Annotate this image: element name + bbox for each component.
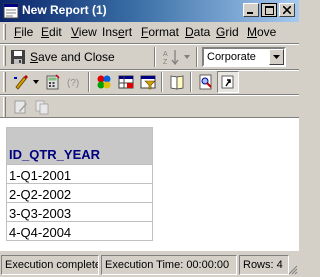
pen-dropdown-button[interactable] <box>31 71 41 93</box>
search-icon <box>199 74 212 90</box>
menu-grip[interactable] <box>3 24 6 40</box>
toolbar-separator <box>88 72 90 92</box>
chevron-down-icon <box>184 55 190 59</box>
menu-insert[interactable]: Insert <box>102 25 132 39</box>
attribute-header-id-qtr-year[interactable]: ID_QTR_YEAR <box>6 127 153 165</box>
toolbar-separator <box>161 72 163 92</box>
sort-dropdown-button[interactable] <box>180 46 194 68</box>
maximize-icon <box>264 5 274 15</box>
status-bar: Execution complete Execution Time: 00:00… <box>0 253 299 277</box>
minimize-icon <box>247 12 253 14</box>
drill-arrow-icon <box>221 75 234 89</box>
edit-object-button[interactable] <box>10 96 32 118</box>
table-filter-icon <box>140 75 156 90</box>
menu-data[interactable]: Data <box>185 25 210 39</box>
menu-edit[interactable]: Edit <box>41 25 62 39</box>
copy-icon <box>35 100 49 115</box>
menu-bar: File Edit View Insert Format Data Grid M… <box>0 22 299 42</box>
window-title: New Report (1) <box>22 3 107 17</box>
title-bar[interactable]: New Report (1) <box>0 0 299 22</box>
toolbar-grip[interactable] <box>3 46 6 66</box>
color-scheme-button[interactable] <box>93 71 115 93</box>
status-execution-state: Execution complete <box>1 255 99 275</box>
toolbar-grip[interactable] <box>3 72 6 92</box>
sort-button[interactable]: A Z <box>160 46 182 68</box>
pen-icon <box>14 75 28 90</box>
style-combo[interactable]: Corporate <box>202 47 286 67</box>
maximize-button[interactable] <box>261 3 277 17</box>
status-execution-time: Execution Time: 00:00:00 <box>101 255 237 275</box>
menu-format[interactable]: Format <box>141 25 179 39</box>
sort-ascending-icon: A Z <box>163 50 179 66</box>
find-button[interactable] <box>195 71 217 93</box>
chevron-down-icon <box>33 80 39 84</box>
svg-text:(?): (?) <box>67 78 79 89</box>
resize-grip-icon[interactable] <box>288 265 298 275</box>
menu-view[interactable]: View <box>71 25 97 39</box>
grid-cell[interactable]: 2-Q2-2002 <box>6 183 153 203</box>
style-combo-value: Corporate <box>207 51 256 63</box>
edit-document-icon <box>14 100 27 114</box>
status-row-count: Rows: 4 <box>239 255 289 275</box>
report-grid: ID_QTR_YEAR 1-Q1-2001 2-Q2-2002 3-Q3-200… <box>6 127 153 241</box>
save-and-close-label: Save and Close <box>30 50 115 64</box>
calculator-button[interactable] <box>42 71 64 93</box>
style-combo-dropdown[interactable] <box>269 49 284 65</box>
grid-table-icon <box>118 75 134 89</box>
svg-text:Z: Z <box>163 59 168 66</box>
toolbar-separator <box>154 47 156 67</box>
copy-object-button[interactable] <box>31 96 53 118</box>
formula-button[interactable]: (?) <box>64 71 86 93</box>
book-icon <box>170 75 184 90</box>
pen-tool-button[interactable] <box>10 71 32 93</box>
toolbar-divider <box>0 43 299 45</box>
close-button[interactable] <box>279 3 295 17</box>
calculator-icon <box>46 74 60 90</box>
filter-button[interactable] <box>137 71 159 93</box>
menu-move[interactable]: Move <box>247 25 276 39</box>
toolbar-grip[interactable] <box>3 97 6 117</box>
parentheses-icon: (?) <box>67 78 79 89</box>
grid-format-button[interactable] <box>115 71 137 93</box>
report-app-icon <box>3 3 19 19</box>
chevron-down-icon <box>273 55 280 59</box>
svg-text:A: A <box>163 51 168 58</box>
toolbar-separator <box>196 47 198 67</box>
grid-cell[interactable]: 4-Q4-2004 <box>6 221 153 241</box>
grid-cell[interactable]: 1-Q1-2001 <box>6 164 153 184</box>
grid-cell[interactable]: 3-Q3-2003 <box>6 202 153 222</box>
minimize-button[interactable] <box>243 3 259 17</box>
menu-file[interactable]: File <box>14 25 33 39</box>
menu-grid[interactable]: Grid <box>216 25 239 39</box>
toolbar-separator <box>190 72 192 92</box>
floppy-disk-icon <box>11 50 25 64</box>
save-and-close-button[interactable]: Save and Close <box>10 46 115 68</box>
close-icon <box>283 6 291 14</box>
page-by-button[interactable] <box>166 71 188 93</box>
color-palette-icon <box>97 75 111 89</box>
drill-button[interactable] <box>217 71 239 93</box>
